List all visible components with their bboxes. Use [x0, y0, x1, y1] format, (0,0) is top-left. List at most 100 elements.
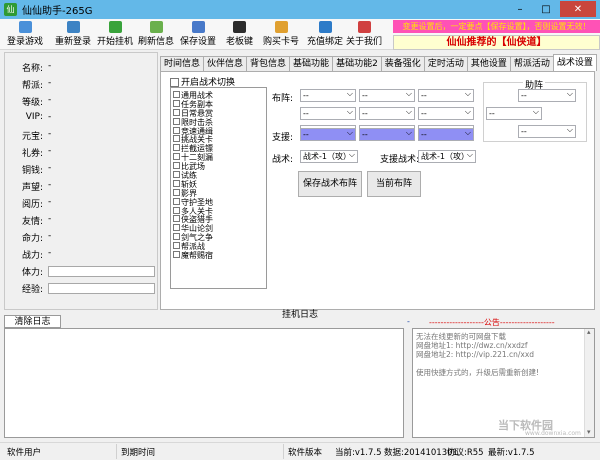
- start-hangup-button[interactable]: 开始挂机: [97, 21, 133, 48]
- tab-basic-functions[interactable]: 基础功能: [289, 56, 334, 71]
- formation-select-4[interactable]: --: [300, 106, 356, 120]
- stat-name: 名称: -: [21, 61, 52, 74]
- tab-timed-events[interactable]: 定时活动: [423, 56, 468, 71]
- stat-level: 等级: -: [21, 95, 52, 108]
- app-window: 仙 仙仙助手-265G – □ ✕ 登录游戏 重新登录 开始挂机 刷新信息 保存…: [0, 0, 600, 460]
- about-button[interactable]: 关于我们: [346, 21, 382, 48]
- tab-other-settings[interactable]: 其他设置: [466, 56, 511, 71]
- status-expire: 到期时间: [121, 448, 156, 458]
- formation-select-5[interactable]: --: [359, 106, 415, 120]
- activity-item[interactable]: 竞速通缉: [171, 126, 266, 135]
- relogin-button[interactable]: 重新登录: [55, 21, 91, 48]
- announcement-line: 无法在线更新的可网盘下载: [416, 332, 506, 341]
- tab-bag-info[interactable]: 背包信息: [246, 56, 291, 71]
- activity-item[interactable]: 比武场: [171, 162, 266, 171]
- tab-time-info[interactable]: 时间信息: [160, 56, 205, 71]
- stat-guild: 帮派: -: [21, 78, 52, 91]
- tab-partner-info[interactable]: 伙伴信息: [203, 56, 248, 71]
- activity-item[interactable]: 拦截运镖: [171, 144, 266, 153]
- activity-item[interactable]: 日常悬赏: [171, 108, 266, 118]
- tab-equipment-enhance[interactable]: 装备强化: [380, 56, 425, 71]
- stat-exp: 经验:: [5, 282, 159, 296]
- activity-item[interactable]: 守护圣地: [171, 197, 266, 207]
- save-icon: [191, 21, 205, 33]
- formation-select-2[interactable]: --: [359, 88, 415, 102]
- status-latest-version: 最新:v1.7.5: [488, 448, 535, 458]
- stamina-bar: [48, 266, 155, 277]
- refresh-info-button[interactable]: 刷新信息: [138, 21, 174, 48]
- recommend-link[interactable]: 仙仙推荐的【仙侠道】: [393, 35, 600, 50]
- recharge-bind-button[interactable]: 充值绑定: [307, 21, 343, 48]
- activity-item[interactable]: 任务副本: [171, 99, 266, 109]
- bind-icon: [318, 21, 332, 33]
- activity-item[interactable]: 帮派战: [171, 242, 266, 251]
- close-button[interactable]: ✕: [560, 1, 596, 17]
- status-bar: 软件用户 到期时间 软件版本 当前:v1.7.5 数据:2014101301 协…: [0, 442, 600, 460]
- stat-experience-points: 阅历: -: [21, 197, 52, 210]
- activity-item[interactable]: 影界: [171, 188, 266, 198]
- activity-item[interactable]: 剑气之争: [171, 233, 266, 242]
- tab-guild-events[interactable]: 帮派活动: [509, 56, 554, 71]
- activity-item[interactable]: 魔帮赐宿: [171, 251, 266, 260]
- activity-checklist: 通用战术 任务副本 日常悬赏 限时击杀 竞速通缉 挑战关卡 拦截运镖 十二刻漏 …: [170, 87, 267, 289]
- help-icon: [357, 21, 371, 33]
- stat-prestige: 声望: -: [21, 180, 52, 193]
- activity-item[interactable]: 华山论剑: [171, 224, 266, 233]
- formation-select-1[interactable]: --: [300, 88, 356, 102]
- tab-basic-functions-2[interactable]: 基础功能2: [332, 56, 382, 71]
- minimize-button[interactable]: –: [508, 1, 532, 17]
- activity-item[interactable]: 十二刻漏: [171, 153, 266, 162]
- stat-vip: VIP: -: [25, 112, 52, 122]
- support-select-1[interactable]: --: [300, 127, 356, 141]
- tactic-select[interactable]: 战术-1（攻）: [300, 149, 358, 163]
- support-tactic-label: 支援战术:: [380, 155, 420, 165]
- support-tactic-select[interactable]: 战术-1（攻）: [418, 149, 476, 163]
- buy-card-button[interactable]: 购买卡号: [263, 21, 299, 48]
- activity-item[interactable]: 通用战术: [171, 91, 266, 100]
- assist-select-2[interactable]: --: [486, 106, 542, 120]
- activity-item[interactable]: 多人关卡: [171, 206, 266, 215]
- status-user: 软件用户: [7, 448, 42, 458]
- save-settings-button[interactable]: 保存设置: [180, 21, 216, 48]
- stat-power: 战力: -: [21, 248, 52, 261]
- tab-tactics-settings[interactable]: 战术设置: [552, 54, 597, 71]
- support-select-2[interactable]: --: [359, 127, 415, 141]
- tactics-settings-panel: 开启战术切换 通用战术 任务副本 日常悬赏 限时击杀 竞速通缉 挑战关卡 拦截运…: [160, 71, 595, 310]
- support-select-3[interactable]: --: [418, 127, 474, 141]
- clear-log-button[interactable]: 清除日志: [4, 315, 61, 328]
- assist-select-3[interactable]: --: [518, 124, 576, 138]
- assist-select-1[interactable]: --: [518, 88, 576, 102]
- formation-select-3[interactable]: --: [418, 88, 474, 102]
- window-title: 仙仙助手-265G: [22, 6, 93, 17]
- stat-coupon: 礼券: -: [21, 146, 52, 159]
- current-formation-button[interactable]: 当前布阵: [367, 171, 421, 197]
- announcement-header: -------------------公告-------------------: [429, 318, 555, 327]
- stat-fate: 命力: -: [21, 231, 52, 244]
- title-bar: 仙 仙仙助手-265G – □ ✕: [0, 0, 600, 19]
- boss-key-button[interactable]: 老板键: [226, 21, 253, 48]
- announcement-scrollbar[interactable]: [584, 328, 594, 437]
- activity-item[interactable]: 斩妖: [171, 179, 266, 189]
- save-formation-button[interactable]: 保存战术布阵: [298, 171, 362, 197]
- activity-item[interactable]: 限时击杀: [171, 117, 266, 127]
- log-tab-marker: -: [407, 317, 410, 326]
- log-textarea[interactable]: [4, 328, 404, 438]
- activity-item[interactable]: 挑战关卡: [171, 135, 266, 144]
- activity-item[interactable]: 侠盗猎手: [171, 215, 266, 224]
- play-icon: [108, 21, 122, 33]
- support-label: 支援:: [272, 133, 294, 143]
- formation-label: 布阵:: [272, 94, 294, 104]
- activity-item[interactable]: 试练: [171, 171, 266, 180]
- maximize-button[interactable]: □: [534, 1, 558, 17]
- login-button[interactable]: 登录游戏: [7, 21, 43, 48]
- watermark-url: www.downxia.com: [525, 430, 581, 437]
- exp-bar: [48, 283, 155, 294]
- status-current-version: 当前:v1.7.5: [335, 448, 382, 458]
- save-warning-banner: 变更设置后，一定要点【保存设置】，否则设置无效！: [393, 20, 600, 33]
- character-info-panel: 名称: - 帮派: - 等级: - VIP: - 元宝: - 礼券: - 铜钱: - 声望: -…: [4, 52, 158, 310]
- announcement-line: 网盘地址1: http://dwz.cn/xxdzf: [416, 341, 528, 350]
- formation-select-6[interactable]: --: [418, 106, 474, 120]
- tab-strip: 时间信息 伙伴信息 背包信息 基础功能 基础功能2 装备强化 定时活动 其他设置…: [160, 54, 597, 71]
- checkbox-box: [170, 78, 179, 87]
- announcement-line: [416, 359, 591, 368]
